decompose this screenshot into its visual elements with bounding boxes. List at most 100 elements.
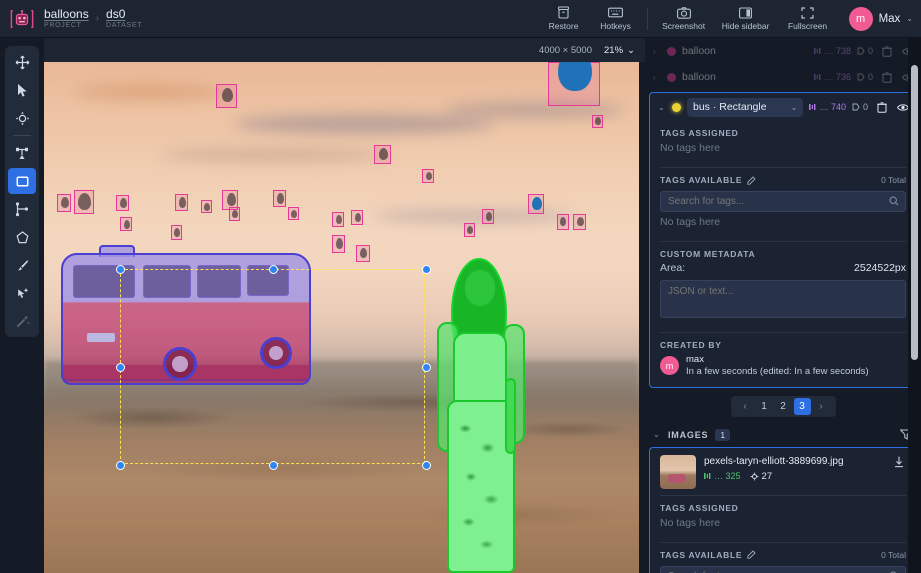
object-row-balloon[interactable]: › balloon … 736 0 xyxy=(645,64,921,90)
annotation-box-balloon[interactable] xyxy=(57,194,71,212)
annotation-box-balloon[interactable] xyxy=(216,84,237,108)
breadcrumb-project-name[interactable]: balloons xyxy=(44,8,89,21)
chevron-right-icon[interactable]: › xyxy=(653,73,661,82)
annotation-box-balloon[interactable] xyxy=(573,214,586,230)
annotation-box-balloon[interactable] xyxy=(557,214,569,230)
custom-metadata-textarea[interactable] xyxy=(660,280,906,318)
point-tool[interactable] xyxy=(8,140,36,166)
app-logo[interactable] xyxy=(0,0,44,38)
pagination-page-2[interactable]: 2 xyxy=(775,398,792,415)
resize-handle-top-right[interactable] xyxy=(422,265,431,274)
resize-handle-bottom-center[interactable] xyxy=(269,461,278,470)
images-section-title: IMAGES xyxy=(668,430,708,440)
annotation-box-balloon[interactable] xyxy=(422,169,434,183)
annotation-box-balloon[interactable] xyxy=(273,190,286,207)
image-tag-search-input[interactable] xyxy=(660,566,906,573)
polyline-tool[interactable] xyxy=(8,196,36,222)
person-arm-right xyxy=(505,378,516,454)
annotation-box-balloon[interactable] xyxy=(229,207,240,221)
canvas-area[interactable]: 4000 × 5000 21% ⌄ xyxy=(44,38,645,573)
annotation-box-balloon[interactable] xyxy=(201,200,212,213)
annotation-box-balloon[interactable] xyxy=(351,210,363,225)
object-class-select[interactable]: bus · Rectangle ⌄ xyxy=(687,98,803,117)
annotation-box-balloon[interactable] xyxy=(356,245,370,262)
image-entry[interactable]: pexels-taryn-elliott-3889699.jpg … 325 2… xyxy=(650,448,916,489)
area-label: Area: xyxy=(660,262,685,274)
delete-object-button[interactable] xyxy=(874,100,889,115)
polygon-tool[interactable] xyxy=(8,224,36,250)
resize-handle-bottom-left[interactable] xyxy=(116,461,125,470)
edit-tags-icon[interactable] xyxy=(747,176,756,185)
annotation-box-balloon[interactable] xyxy=(464,223,475,237)
transform-tool[interactable] xyxy=(8,105,36,131)
pagination-next[interactable]: › xyxy=(813,398,830,415)
annotation-box-balloon[interactable] xyxy=(74,190,94,214)
resize-handle-bottom-right[interactable] xyxy=(422,461,431,470)
chevron-down-icon[interactable]: ⌄ xyxy=(653,430,661,439)
segmentation-mask-person[interactable] xyxy=(429,258,537,573)
object-tag-search-input[interactable] xyxy=(660,191,906,212)
object-row-bus[interactable]: ⌄ bus · Rectangle ⌄ … 740 0 xyxy=(650,93,916,121)
chevron-right-icon[interactable]: › xyxy=(653,47,661,56)
download-icon[interactable] xyxy=(891,455,906,470)
resize-handle-middle-right[interactable] xyxy=(422,363,431,372)
top-bar-actions: Restore Hotkeys Screenshot Hide sidebar xyxy=(538,0,921,38)
polyline-icon xyxy=(15,202,29,217)
annotation-box-balloon[interactable] xyxy=(592,115,603,128)
annotation-box-balloon[interactable] xyxy=(548,62,600,106)
rectangle-tool[interactable] xyxy=(8,168,36,194)
transform-icon xyxy=(15,111,30,126)
resize-handle-top-center[interactable] xyxy=(269,265,278,274)
annotation-box-balloon[interactable] xyxy=(288,207,299,220)
user-menu[interactable]: m Max ⌄ xyxy=(849,7,913,31)
fullscreen-button[interactable]: Fullscreen xyxy=(777,0,839,38)
keyboard-icon xyxy=(608,6,623,19)
breadcrumb-dataset-name[interactable]: ds0 xyxy=(106,8,142,21)
annotation-box-balloon[interactable] xyxy=(120,217,132,231)
pan-tool[interactable] xyxy=(8,49,36,75)
breadcrumb-project[interactable]: balloons PROJECT xyxy=(44,8,89,30)
annotation-box-balloon[interactable] xyxy=(116,195,129,211)
selection-bounding-box[interactable] xyxy=(120,269,425,464)
delete-object-button[interactable] xyxy=(879,70,894,85)
images-section-header[interactable]: ⌄ IMAGES 1 xyxy=(645,423,921,447)
rectangle-icon xyxy=(15,174,30,189)
chevron-down-icon[interactable]: ⌄ xyxy=(658,103,666,112)
hotkeys-button[interactable]: Hotkeys xyxy=(590,0,642,38)
anchor-point-icon xyxy=(15,146,29,161)
brush-tool[interactable] xyxy=(8,252,36,278)
pagination-prev[interactable]: ‹ xyxy=(737,398,754,415)
resize-handle-middle-left[interactable] xyxy=(116,363,125,372)
smart-select-tool[interactable] xyxy=(8,280,36,306)
annotation-box-balloon[interactable] xyxy=(332,235,345,253)
screenshot-button[interactable]: Screenshot xyxy=(653,0,715,38)
hide-sidebar-button[interactable]: Hide sidebar xyxy=(715,0,777,38)
magic-wand-tool[interactable] xyxy=(8,308,36,334)
object-row-balloon[interactable]: › balloon … 738 0 xyxy=(645,38,921,64)
annotation-image[interactable] xyxy=(44,62,639,573)
breadcrumb-dataset[interactable]: ds0 DATASET xyxy=(106,8,142,30)
id-icon xyxy=(814,47,821,55)
object-custom-metadata-section: CUSTOM METADATA xyxy=(650,242,916,259)
image-tags-assigned-title: TAGS ASSIGNED xyxy=(660,503,906,513)
delete-object-button[interactable] xyxy=(879,44,894,59)
annotation-box-balloon[interactable] xyxy=(175,194,188,211)
annotation-box-balloon[interactable] xyxy=(528,194,544,214)
resize-handle-top-left[interactable] xyxy=(116,265,125,274)
zoom-control[interactable]: 21% ⌄ xyxy=(604,45,635,56)
annotation-box-balloon[interactable] xyxy=(374,145,391,164)
sidebar-scrollbar-thumb[interactable] xyxy=(911,65,918,360)
restore-button[interactable]: Restore xyxy=(538,0,590,38)
cloud-3 xyxy=(159,148,389,162)
annotation-box-balloon[interactable] xyxy=(332,212,344,227)
annotation-box-balloon[interactable] xyxy=(482,209,494,224)
magic-wand-icon xyxy=(15,314,30,329)
select-tool[interactable] xyxy=(8,77,36,103)
tags-available-total: 0 Total xyxy=(881,175,906,185)
custom-metadata-title: CUSTOM METADATA xyxy=(660,249,906,259)
pagination-page-3[interactable]: 3 xyxy=(794,398,811,415)
pagination-page-1[interactable]: 1 xyxy=(756,398,773,415)
edit-tags-icon[interactable] xyxy=(747,550,756,559)
object-count: 0 xyxy=(852,102,868,112)
creator-timestamp: In a few seconds (edited: In a few secon… xyxy=(686,366,869,378)
